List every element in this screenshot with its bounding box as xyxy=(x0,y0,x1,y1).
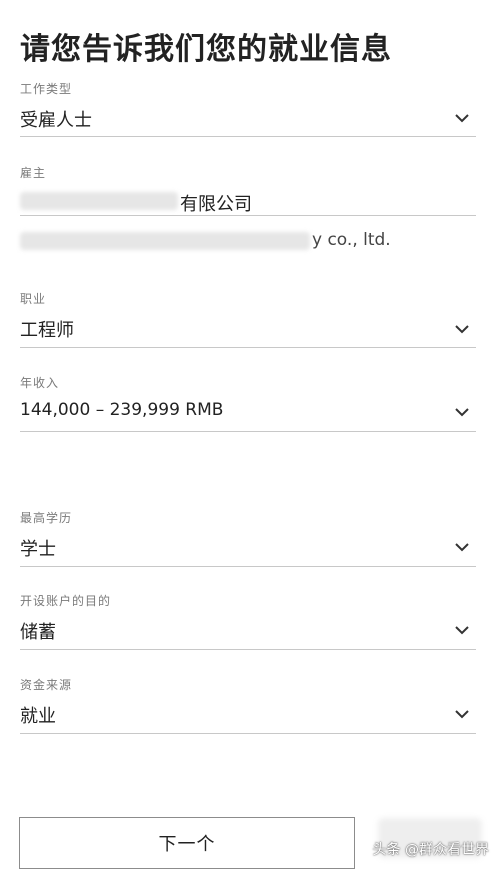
education-select[interactable]: 最高学历 学士 xyxy=(20,507,476,569)
work-type-label: 工作类型 xyxy=(20,82,73,96)
annual-income-underline xyxy=(20,431,476,432)
employer-en-redacted xyxy=(20,232,310,250)
work-type-underline xyxy=(20,136,476,137)
account-purpose-underline xyxy=(20,649,476,650)
chevron-down-icon xyxy=(455,710,469,719)
watermark: 头条 @群众看世界 xyxy=(372,842,489,858)
chevron-down-icon xyxy=(455,114,469,123)
employer-underline xyxy=(20,215,476,216)
account-purpose-select[interactable]: 开设账户的目的 储蓄 xyxy=(20,590,476,652)
annual-income-value: 144,000 – 239,999 RMB xyxy=(20,400,224,420)
page-title: 请您告诉我们您的就业信息 xyxy=(20,32,392,67)
chevron-down-icon xyxy=(455,325,469,334)
fund-source-underline xyxy=(20,733,476,734)
education-value: 学士 xyxy=(20,539,56,560)
employer-name-cn-suffix: 有限公司 xyxy=(180,194,252,215)
employer-label: 雇主 xyxy=(20,166,47,180)
occupation-select[interactable]: 职业 工程师 xyxy=(20,288,476,350)
employer-field[interactable]: 雇主 有限公司 y co., ltd. xyxy=(20,162,476,272)
fund-source-value: 就业 xyxy=(20,706,56,727)
education-underline xyxy=(20,566,476,567)
work-type-value: 受雇人士 xyxy=(20,110,92,131)
chevron-down-icon xyxy=(455,408,469,417)
next-button[interactable]: 下一个 xyxy=(19,817,355,869)
chevron-down-icon xyxy=(455,626,469,635)
annual-income-label: 年收入 xyxy=(20,376,60,390)
occupation-underline xyxy=(20,347,476,348)
annual-income-select[interactable]: 年收入 144,000 – 239,999 RMB xyxy=(20,372,476,434)
account-purpose-label: 开设账户的目的 xyxy=(20,594,112,608)
occupation-label: 职业 xyxy=(20,292,47,306)
account-purpose-value: 储蓄 xyxy=(20,622,56,643)
employer-name-en-suffix: y co., ltd. xyxy=(312,230,391,250)
employer-name-redacted xyxy=(20,192,178,210)
fund-source-label: 资金来源 xyxy=(20,678,73,692)
chevron-down-icon xyxy=(455,543,469,552)
fund-source-select[interactable]: 资金来源 就业 xyxy=(20,674,476,736)
education-label: 最高学历 xyxy=(20,511,73,525)
occupation-value: 工程师 xyxy=(20,320,74,341)
work-type-select[interactable]: 工作类型 受雇人士 xyxy=(20,78,476,138)
